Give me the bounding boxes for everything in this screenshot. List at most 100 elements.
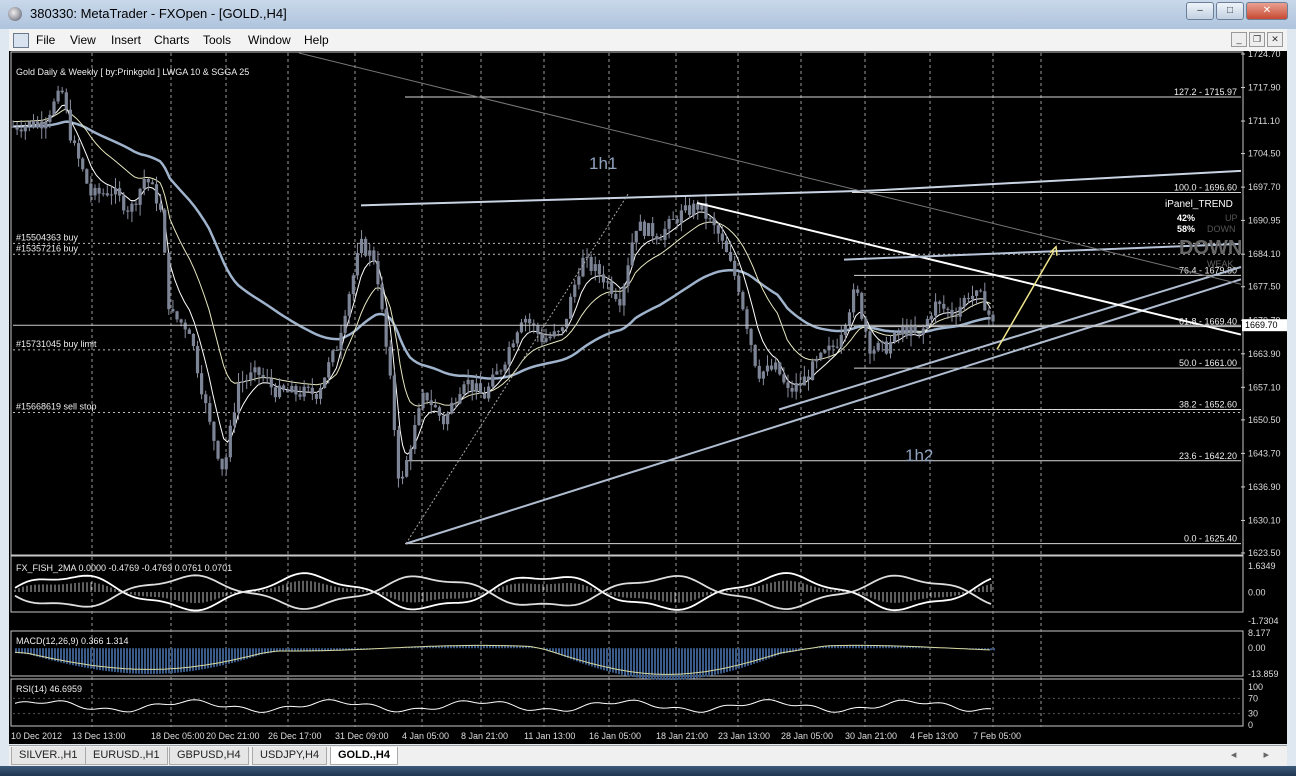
macd-histogram-bar [156,648,158,674]
menu-window[interactable]: Window [248,33,291,47]
y-tick-label: 1657.10 [1248,382,1281,392]
macd-histogram-bar [147,648,149,674]
macd-histogram-bar [678,648,680,680]
y-tick-label: 1690.95 [1248,215,1281,225]
tab-scroll-arrows[interactable]: ◂ ▸ [1231,748,1281,761]
candle-body [856,289,860,293]
candle-body [277,385,282,398]
menu-help[interactable]: Help [304,33,329,47]
candle-body [753,344,757,366]
menu-charts[interactable]: Charts [154,33,189,47]
fibonacci-level-label: 23.6 - 1642.20 [1179,451,1237,461]
macd-histogram-bar [702,648,704,678]
fibonacci-level-label: 127.2 - 1715.97 [1174,87,1237,97]
candle-body [429,400,433,406]
candle-body [19,129,23,132]
x-tick-label: 20 Dec 21:00 [206,731,260,741]
close-button[interactable]: ✕ [1246,2,1288,20]
candle-body [323,377,327,388]
candle-body [970,295,975,300]
candle-body [298,394,302,397]
macd-histogram-bar [174,648,176,673]
macd-histogram-bar [204,648,206,669]
candle-body [888,341,893,354]
y-tick-label: 1650.50 [1248,415,1281,425]
moving-average-line [12,108,991,407]
projection-arrow [996,250,1055,350]
tab-gold[interactable]: GOLD.,H4 [330,747,398,765]
candle-body [64,92,68,110]
candle-body [769,365,774,370]
macd-histogram-bar [687,648,689,680]
tab-eurusd[interactable]: EURUSD.,H1 [85,747,168,765]
macd-histogram-bar [666,648,668,681]
candle-body [72,140,77,144]
candle-body [253,367,257,373]
macd-histogram-bar [645,648,647,679]
mdi-close-button[interactable]: ✕ [1267,32,1283,47]
menu-tools[interactable]: Tools [203,33,231,47]
macd-histogram-bar [168,648,170,674]
candle-body [396,430,401,479]
macd-histogram-bar [198,648,200,670]
mdi-minimize-button[interactable]: _ [1231,32,1247,47]
annotation-label: 1h2 [905,446,933,465]
candle-body [827,345,831,351]
tab-usdjpy[interactable]: USDJPY,H4 [252,747,328,765]
candle-body [167,252,171,310]
candle-body [614,293,618,300]
chart-canvas[interactable]: 10 Dec 2012 13 Dec 13:00 18 Dec 05:00 20 De… [9,51,1287,744]
order-label: #15504363 buy [16,232,79,242]
macd-histogram-bar [639,648,641,679]
macd-histogram-bar [189,648,191,672]
macd-histogram-bar [651,648,653,680]
macd-histogram-bar [669,648,671,681]
metatrader-app-icon [8,7,22,21]
macd-histogram-bar [183,648,185,673]
macd-histogram-bar [696,648,698,679]
candle-body [81,158,85,170]
candle-body [523,318,528,323]
y-tick-label: 1643.70 [1248,448,1281,458]
menu-file[interactable]: File [36,33,55,47]
candle-body [195,346,200,374]
candle-body [901,326,905,335]
macd-histogram-bar [129,648,131,674]
mdi-restore-button[interactable]: ❐ [1249,32,1265,47]
tab-silver[interactable]: SILVER.,H1 [11,747,86,765]
macd-histogram-bar [735,648,737,670]
candle-body [671,218,675,220]
macd-histogram-bar [114,648,116,673]
menu-view[interactable]: View [70,33,96,47]
indicator-y-tick-label: 0.00 [1248,643,1266,653]
chart-window-icon[interactable] [13,33,29,48]
candle-body [720,233,724,241]
chart-window[interactable]: 10 Dec 2012 13 Dec 13:00 18 Dec 05:00 20 De… [9,51,1287,744]
tab-gbpusd[interactable]: GBPUSD,H4 [169,747,249,765]
macd-histogram-bar [714,648,716,675]
indicator-y-tick-label: 8.177 [1248,628,1271,638]
macd-histogram-bar [681,648,683,680]
candle-body [708,218,712,220]
candle-body [712,218,716,226]
candle-body [544,338,548,342]
candle-body [85,169,89,184]
os-taskbar [0,766,1296,776]
candle-body [987,310,991,315]
minimize-button[interactable]: – [1186,2,1214,20]
maximize-button[interactable]: □ [1216,2,1244,20]
macd-histogram-bar [648,648,650,680]
candle-body [105,193,109,196]
candle-body [146,178,150,183]
candle-body [175,311,179,320]
candle-body [737,275,741,293]
x-tick-label: 4 Jan 05:00 [402,731,449,741]
macd-histogram-bar [675,648,677,680]
x-tick-label: 4 Feb 13:00 [910,731,958,741]
candle-body [228,425,232,458]
menu-insert[interactable]: Insert [111,33,141,47]
candle-body [437,407,442,416]
long-trendline [298,52,1242,285]
y-tick-label: 1630.10 [1248,515,1281,525]
candle-body [917,332,921,335]
